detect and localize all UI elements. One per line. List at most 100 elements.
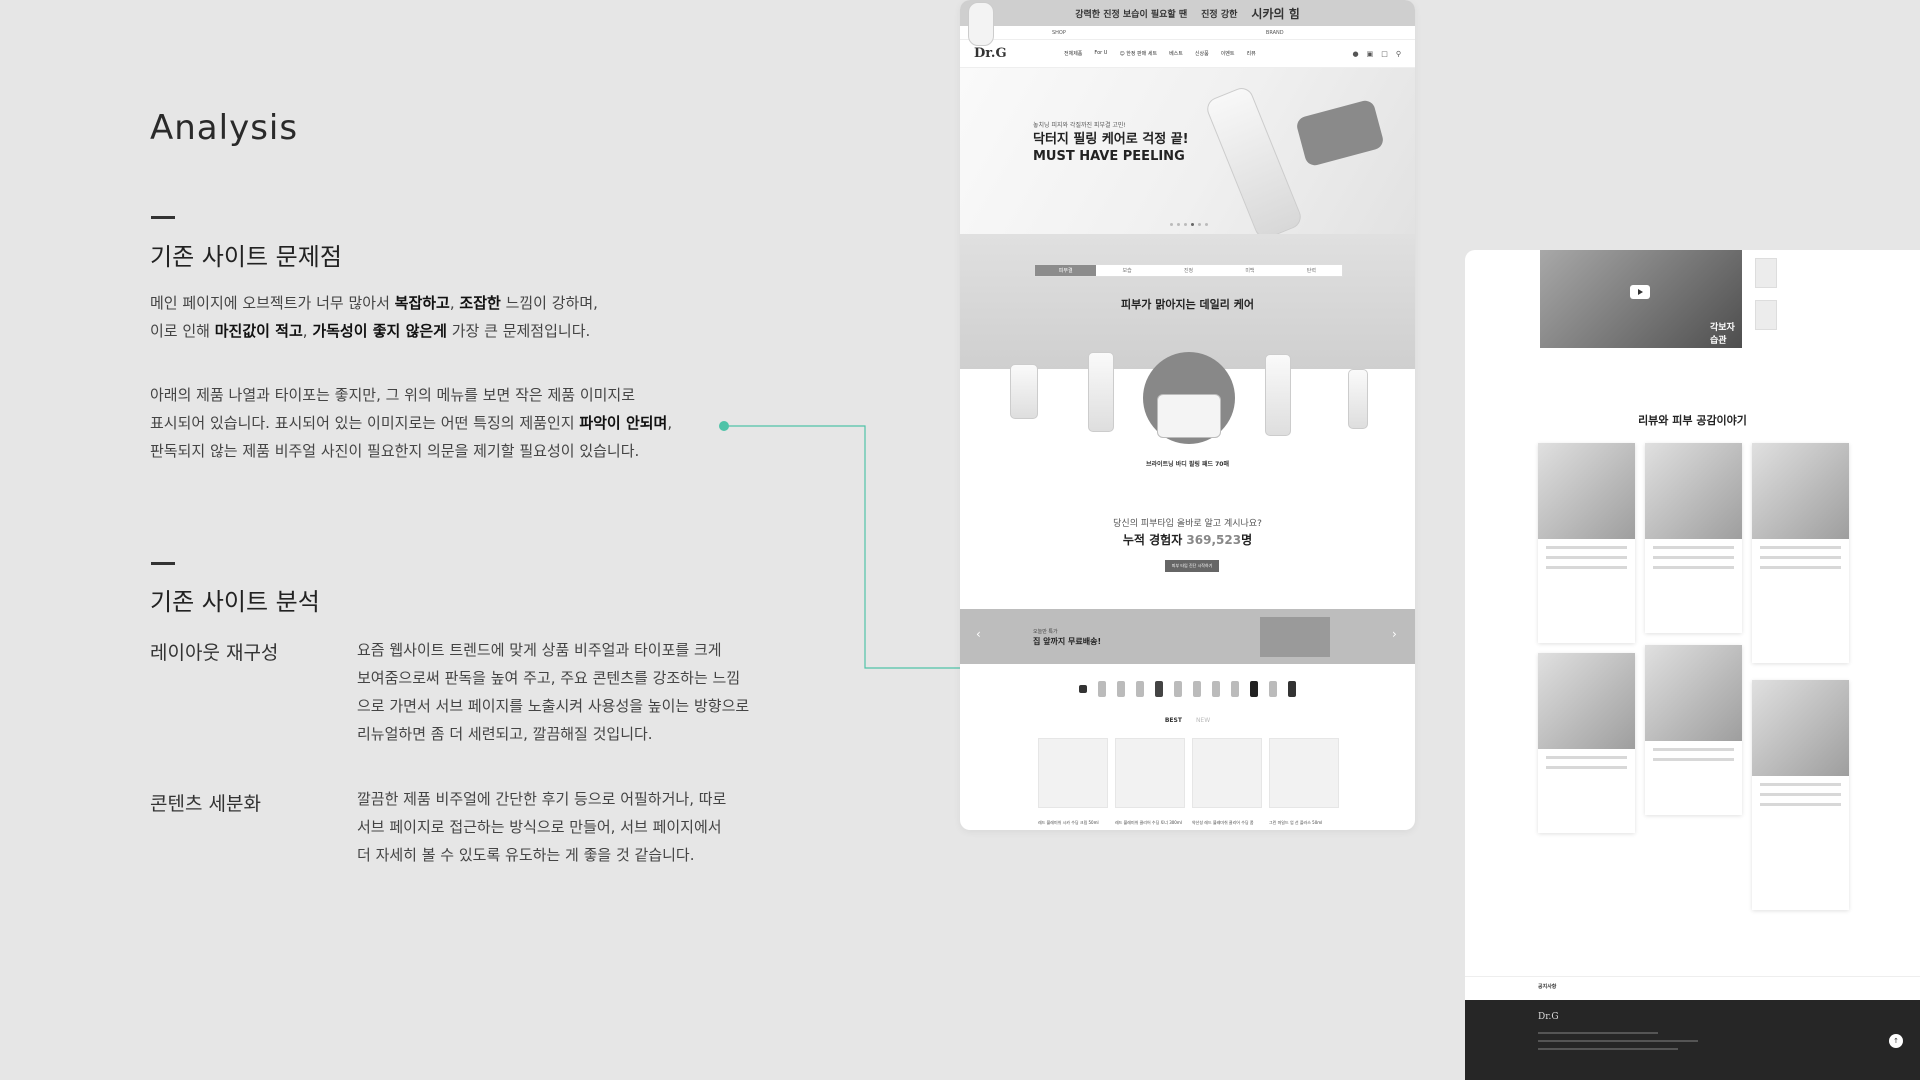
category-icon[interactable]	[1155, 681, 1163, 697]
category-icon[interactable]	[1212, 681, 1220, 697]
product-image[interactable]	[1755, 258, 1777, 288]
nav-item[interactable]: 신상품	[1195, 50, 1209, 57]
daily-care-section: 피부결 보습 진정 미백 탄력 피부가 맑아지는 데일리 케어 브라이트닝 바디…	[960, 234, 1415, 609]
layout-label: 레이아웃 재구성	[150, 642, 279, 664]
nav-item[interactable]: 베스트	[1169, 50, 1183, 57]
featured-product-name: 브라이트닝 바디 필링 패드 70매	[1146, 461, 1229, 468]
review-card[interactable]	[1645, 443, 1742, 633]
cart-icon[interactable]: □	[1381, 50, 1388, 58]
all-category-icon[interactable]	[1079, 685, 1087, 693]
experience-count: 누적 경험자 369,523명	[1122, 533, 1253, 547]
best-product-image[interactable]	[1269, 738, 1339, 808]
prev-arrow-icon[interactable]: ‹	[976, 627, 981, 641]
utility-bar: SHOP BRAND	[960, 26, 1415, 40]
main-nav: Dr.G 전체제품 For U ☺ 한정 판매 세트 베스트 신상품 이벤트 리…	[960, 40, 1415, 68]
tab[interactable]: 미백	[1219, 265, 1280, 276]
featured-product-image[interactable]	[1157, 394, 1221, 438]
notice-bar[interactable]: 공지사항	[1465, 976, 1920, 996]
nav-icons: ● ▣ □ ⚲	[1353, 50, 1402, 58]
content-description: 깔끔한 제품 비주얼에 간단한 후기 등으로 어필하거나, 따로 서브 페이지로…	[357, 790, 727, 864]
layout-description: 요즘 웹사이트 트렌드에 맞게 상품 비주얼과 타이포를 크게 보여줌으로써 판…	[357, 641, 750, 743]
best-product-name[interactable]: 레드 블레미쉬 시카 수딩 크림 50ml	[1038, 820, 1110, 826]
nav-item[interactable]: 리뷰	[1247, 50, 1256, 57]
tab[interactable]: 탄력	[1281, 265, 1342, 276]
skin-type-tabs: 피부결 보습 진정 미백 탄력	[1034, 264, 1343, 277]
category-icon[interactable]	[1250, 681, 1258, 697]
delivery-icon[interactable]: ▣	[1367, 50, 1374, 58]
carousel-dots[interactable]	[1170, 223, 1208, 226]
video-caption: 각보자 습관	[1710, 323, 1735, 346]
search-icon[interactable]: ⚲	[1396, 50, 1401, 58]
site-footer: Dr.G ↑	[1465, 1000, 1920, 1080]
review-card[interactable]	[1752, 443, 1849, 663]
analysis-title: Analysis	[150, 108, 299, 148]
user-icon[interactable]: ●	[1353, 50, 1359, 58]
best-product-image[interactable]	[1192, 738, 1262, 808]
product-image[interactable]	[1010, 364, 1038, 419]
review-card[interactable]	[1538, 653, 1635, 833]
category-icon[interactable]	[1174, 681, 1182, 697]
review-card[interactable]	[1752, 680, 1849, 910]
logo[interactable]: Dr.G	[974, 46, 1064, 61]
nav-item[interactable]: 이벤트	[1221, 50, 1235, 57]
section1-paragraph1: 메인 페이지에 오브젝트가 너무 많아서 복잡하고, 조잡한 느낌이 강하며, …	[150, 294, 598, 340]
category-icon[interactable]	[1269, 681, 1277, 697]
tab[interactable]: 보습	[1096, 265, 1157, 276]
review-card[interactable]	[1538, 443, 1635, 643]
category-icon[interactable]	[1117, 681, 1125, 697]
category-icon[interactable]	[1098, 681, 1106, 697]
hero-title: 닥터지 필링 케어로 걱정 끝! MUST HAVE PEELING	[1033, 132, 1189, 164]
product-image	[1203, 84, 1305, 234]
delivery-title: 집 앞까지 무료배송!	[1033, 637, 1102, 646]
skin-question: 당신의 피부타입 올바로 알고 계시나요?	[1113, 519, 1262, 529]
connector-dot	[719, 421, 729, 431]
hero-banner[interactable]: 놓치닝 피지와 각질까진 피부결 고민! 닥터지 필링 케어로 걱정 끝! MU…	[960, 68, 1415, 234]
footer-logo: Dr.G	[1538, 1012, 1559, 1022]
best-product-name[interactable]: 그린 마일드 업 선 플러스 50ml	[1269, 820, 1341, 826]
content-label: 콘텐츠 세분화	[150, 793, 261, 815]
nav-item[interactable]: For U	[1094, 50, 1107, 57]
section1-paragraph2: 아래의 제품 나열과 타이포는 좋지만, 그 위의 메뉴를 보면 작은 제품 이…	[150, 386, 673, 460]
scroll-top-icon[interactable]: ↑	[1889, 1034, 1903, 1048]
product-image[interactable]	[1265, 354, 1291, 436]
review-section-title: 리뷰와 피부 공감이야기	[1638, 414, 1747, 427]
skin-test-button[interactable]: 피부 타입 진단 시작하기	[1165, 560, 1219, 572]
best-product-name[interactable]: 약산성 레드 블레미쉬 클리어 수딩 폼	[1192, 820, 1264, 826]
category-icon[interactable]	[1231, 681, 1239, 697]
category-icons	[960, 664, 1415, 714]
footer-text	[1538, 1048, 1678, 1050]
promo-banner[interactable]: 강력한 진정 보습이 필요할 땐 진정 강한 시카의 힘	[960, 0, 1415, 46]
best-product-name[interactable]: 레드 블레미쉬 클리어 수딩 토너 300ml	[1115, 820, 1187, 826]
util-shop-link[interactable]: SHOP	[1052, 30, 1066, 36]
review-card[interactable]	[1645, 645, 1742, 815]
next-arrow-icon[interactable]: ›	[1392, 627, 1397, 641]
promo-text: 강력한 진정 보습이 필요할 땐	[1075, 9, 1188, 20]
main-site-screenshot: 강력한 진정 보습이 필요할 땐 진정 강한 시카의 힘 SHOP BRAND …	[960, 0, 1415, 830]
tab-best[interactable]: BEST	[1165, 717, 1182, 724]
video-thumbnail[interactable]: 각보자 습관	[1540, 250, 1742, 348]
play-icon[interactable]	[1630, 285, 1650, 299]
footer-text	[1538, 1040, 1698, 1042]
category-icon[interactable]	[1136, 681, 1144, 697]
util-brand-link[interactable]: BRAND	[1266, 30, 1284, 36]
promo-text: 진정 강한	[1201, 9, 1238, 20]
delivery-banner[interactable]: 오늘만 특가 집 앞까지 무료배송! ‹ ›	[960, 609, 1415, 664]
sub-page-screenshot: 각보자 습관 리뷰와 피부 공감이야기 공지사항 Dr.G ↑	[1465, 250, 1920, 1080]
nav-item[interactable]: 전체제품	[1064, 50, 1082, 57]
tab[interactable]: 피부결	[1035, 265, 1097, 276]
category-icon[interactable]	[1193, 681, 1201, 697]
tab[interactable]: 진정	[1158, 265, 1219, 276]
nav-menu: 전체제품 For U ☺ 한정 판매 세트 베스트 신상품 이벤트 리뷰	[1064, 50, 1353, 57]
best-product-image[interactable]	[1038, 738, 1108, 808]
product-image[interactable]	[1348, 369, 1368, 429]
category-icon[interactable]	[1288, 681, 1296, 697]
tab-new[interactable]: NEW	[1196, 717, 1210, 724]
product-image	[1294, 98, 1386, 168]
section2-heading: 기존 사이트 분석	[150, 588, 320, 616]
product-image[interactable]	[1755, 300, 1777, 330]
product-image[interactable]	[1088, 352, 1114, 432]
promo-highlight: 시카의 힘	[1251, 6, 1300, 21]
best-product-image[interactable]	[1115, 738, 1185, 808]
section-divider	[151, 562, 175, 565]
nav-item[interactable]: ☺ 한정 판매 세트	[1119, 50, 1157, 57]
